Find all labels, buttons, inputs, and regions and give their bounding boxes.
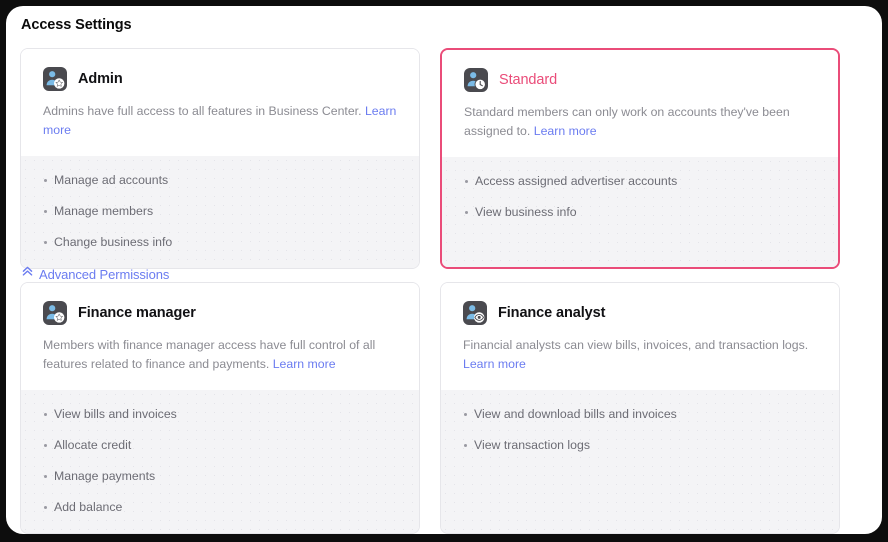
person-eye-icon [463, 301, 487, 325]
role-card-header: Standard Standard members can only work o… [442, 50, 838, 157]
permission-item: Manage payments [43, 467, 227, 485]
person-clock-icon [464, 68, 488, 92]
role-card-standard[interactable]: Standard Standard members can only work o… [440, 48, 840, 269]
role-description-text: Standard members can only work on accoun… [464, 105, 790, 138]
permission-item: Allocate credit [43, 436, 227, 454]
role-name: Finance analyst [498, 305, 606, 321]
role-description: Standard members can only work on accoun… [464, 103, 816, 141]
role-card-header: Finance analyst Financial analysts can vi… [441, 283, 839, 390]
permission-item: View and download bills and invoices [463, 405, 817, 423]
role-title-row: Finance manager [43, 301, 397, 325]
role-permissions-list: View bills and invoices Allocate credit Ma… [21, 390, 419, 533]
basic-roles-row: Admin Admins have full access to all feat… [20, 48, 840, 269]
role-title-row: Standard [464, 68, 816, 92]
role-permissions-list: Access assigned advertiser accounts View … [442, 157, 838, 267]
double-chevron-up-icon [21, 265, 34, 283]
advanced-permissions-label: Advanced Permissions [39, 266, 170, 282]
advanced-permissions-toggle[interactable]: Advanced Permissions [21, 265, 169, 283]
advanced-roles-row: Finance manager Members with finance mana… [20, 282, 840, 534]
role-name: Standard [499, 72, 558, 88]
role-title-row: Admin [43, 67, 397, 91]
person-star-icon [43, 301, 67, 325]
role-description: Admins have full access to all features … [43, 102, 397, 140]
role-permissions-list: Manage ad accounts Manage members Change b… [21, 156, 419, 268]
permission-item: Change business info [43, 233, 227, 251]
permission-item: Add balance [43, 498, 227, 516]
role-permissions-list: View and download bills and invoices View… [441, 390, 839, 533]
access-settings-panel: Access Settings Admin Admins have full ac… [6, 6, 882, 534]
screen-root: Access Settings Admin Admins have full ac… [0, 0, 888, 542]
permission-item: Manage members [43, 202, 227, 220]
learn-more-link[interactable]: Learn more [534, 124, 597, 138]
permission-item: View transaction logs [463, 436, 817, 454]
role-description: Members with finance manager access have… [43, 336, 397, 374]
page-title: Access Settings [21, 17, 132, 33]
learn-more-link[interactable]: Learn more [463, 357, 526, 371]
role-card-header: Finance manager Members with finance mana… [21, 283, 419, 390]
role-card-admin[interactable]: Admin Admins have full access to all feat… [20, 48, 420, 269]
permission-item: View bills and invoices [43, 405, 227, 423]
role-card-header: Admin Admins have full access to all feat… [21, 49, 419, 156]
role-card-finance-analyst[interactable]: Finance analyst Financial analysts can vi… [440, 282, 840, 534]
role-title-row: Finance analyst [463, 301, 817, 325]
role-description-text: Admins have full access to all features … [43, 104, 365, 118]
role-name: Finance manager [78, 305, 196, 321]
role-description-text: Financial analysts can view bills, invoi… [463, 338, 809, 352]
learn-more-link[interactable]: Learn more [273, 357, 336, 371]
role-name: Admin [78, 71, 123, 87]
role-description: Financial analysts can view bills, invoi… [463, 336, 817, 374]
permission-item: Manage ad accounts [43, 171, 227, 189]
permission-item: View business info [464, 203, 816, 221]
person-star-icon [43, 67, 67, 91]
permission-item: Access assigned advertiser accounts [464, 172, 816, 190]
role-card-finance-manager[interactable]: Finance manager Members with finance mana… [20, 282, 420, 534]
